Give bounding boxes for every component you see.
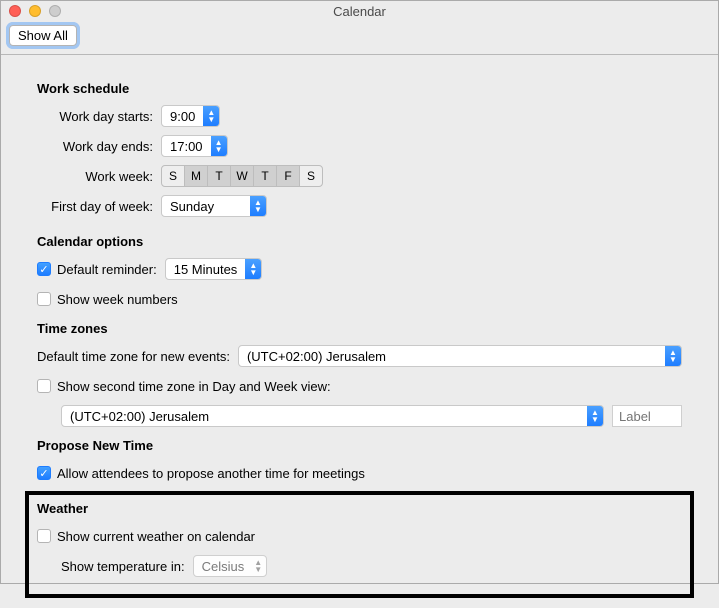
calendar-options-title: Calendar options xyxy=(37,234,682,249)
minimize-icon[interactable] xyxy=(29,5,41,17)
second-tz-select[interactable]: (UTC+02:00) Jerusalem ▲▼ xyxy=(61,405,604,427)
weekday-toggle-6[interactable]: S xyxy=(299,165,323,187)
first-day-value: Sunday xyxy=(162,196,250,216)
stepper-icon: ▲▼ xyxy=(254,559,262,573)
time-zones-title: Time zones xyxy=(37,321,682,336)
titlebar: Calendar xyxy=(1,1,718,23)
window-title: Calendar xyxy=(333,4,386,19)
work-schedule-title: Work schedule xyxy=(37,81,682,96)
work-day-starts-select[interactable]: 9:00 ▲▼ xyxy=(161,105,220,127)
content-area: Work schedule Work day starts: 9:00 ▲▼ W… xyxy=(1,55,718,608)
weekday-toggle-1[interactable]: M xyxy=(184,165,208,187)
work-day-starts-value: 9:00 xyxy=(162,106,203,126)
temperature-select[interactable]: Celsius ▲▼ xyxy=(193,555,268,577)
stepper-icon: ▲▼ xyxy=(203,106,219,126)
default-reminder-value: 15 Minutes xyxy=(166,259,246,279)
stepper-icon: ▲▼ xyxy=(587,406,603,426)
stepper-icon: ▲▼ xyxy=(245,259,261,279)
first-day-label: First day of week: xyxy=(37,199,161,214)
default-tz-value: (UTC+02:00) Jerusalem xyxy=(239,346,665,366)
close-icon[interactable] xyxy=(9,5,21,17)
weekday-toggle-2[interactable]: T xyxy=(207,165,231,187)
work-week-label: Work week: xyxy=(37,169,161,184)
work-day-ends-value: 17:00 xyxy=(162,136,211,156)
weather-title: Weather xyxy=(37,501,682,516)
second-tz-label-input[interactable] xyxy=(612,405,682,427)
show-weather-checkbox[interactable] xyxy=(37,529,51,543)
zoom-icon xyxy=(49,5,61,17)
weekday-toggle-4[interactable]: T xyxy=(253,165,277,187)
weekday-toggle-5[interactable]: F xyxy=(276,165,300,187)
work-day-ends-select[interactable]: 17:00 ▲▼ xyxy=(161,135,228,157)
show-weather-label: Show current weather on calendar xyxy=(57,529,255,544)
temperature-value: Celsius xyxy=(202,559,245,574)
second-tz-label: Show second time zone in Day and Week vi… xyxy=(57,379,331,394)
default-tz-label: Default time zone for new events: xyxy=(37,349,230,364)
first-day-select[interactable]: Sunday ▲▼ xyxy=(161,195,267,217)
weekday-toggle-3[interactable]: W xyxy=(230,165,254,187)
default-reminder-checkbox[interactable]: ✓ xyxy=(37,262,51,276)
allow-propose-label: Allow attendees to propose another time … xyxy=(57,466,365,481)
temperature-label: Show temperature in: xyxy=(61,559,185,574)
stepper-icon: ▲▼ xyxy=(250,196,266,216)
work-week-toggle: SMTWTFS xyxy=(161,165,323,187)
default-reminder-label: Default reminder: xyxy=(57,262,157,277)
work-day-starts-label: Work day starts: xyxy=(37,109,161,124)
stepper-icon: ▲▼ xyxy=(665,346,681,366)
work-day-ends-label: Work day ends: xyxy=(37,139,161,154)
show-week-numbers-label: Show week numbers xyxy=(57,292,178,307)
weekday-toggle-0[interactable]: S xyxy=(161,165,185,187)
default-reminder-select[interactable]: 15 Minutes ▲▼ xyxy=(165,258,263,280)
traffic-lights xyxy=(9,5,61,17)
allow-propose-checkbox[interactable]: ✓ xyxy=(37,466,51,480)
second-tz-checkbox[interactable] xyxy=(37,379,51,393)
stepper-icon: ▲▼ xyxy=(211,136,227,156)
preferences-window: Calendar Show All Work schedule Work day… xyxy=(0,0,719,584)
toolbar: Show All xyxy=(1,23,718,55)
weather-highlight: Weather Show current weather on calendar… xyxy=(25,491,694,598)
default-tz-select[interactable]: (UTC+02:00) Jerusalem ▲▼ xyxy=(238,345,682,367)
second-tz-value: (UTC+02:00) Jerusalem xyxy=(62,406,587,426)
propose-title: Propose New Time xyxy=(37,438,682,453)
show-week-numbers-checkbox[interactable] xyxy=(37,292,51,306)
show-all-button[interactable]: Show All xyxy=(9,25,77,46)
